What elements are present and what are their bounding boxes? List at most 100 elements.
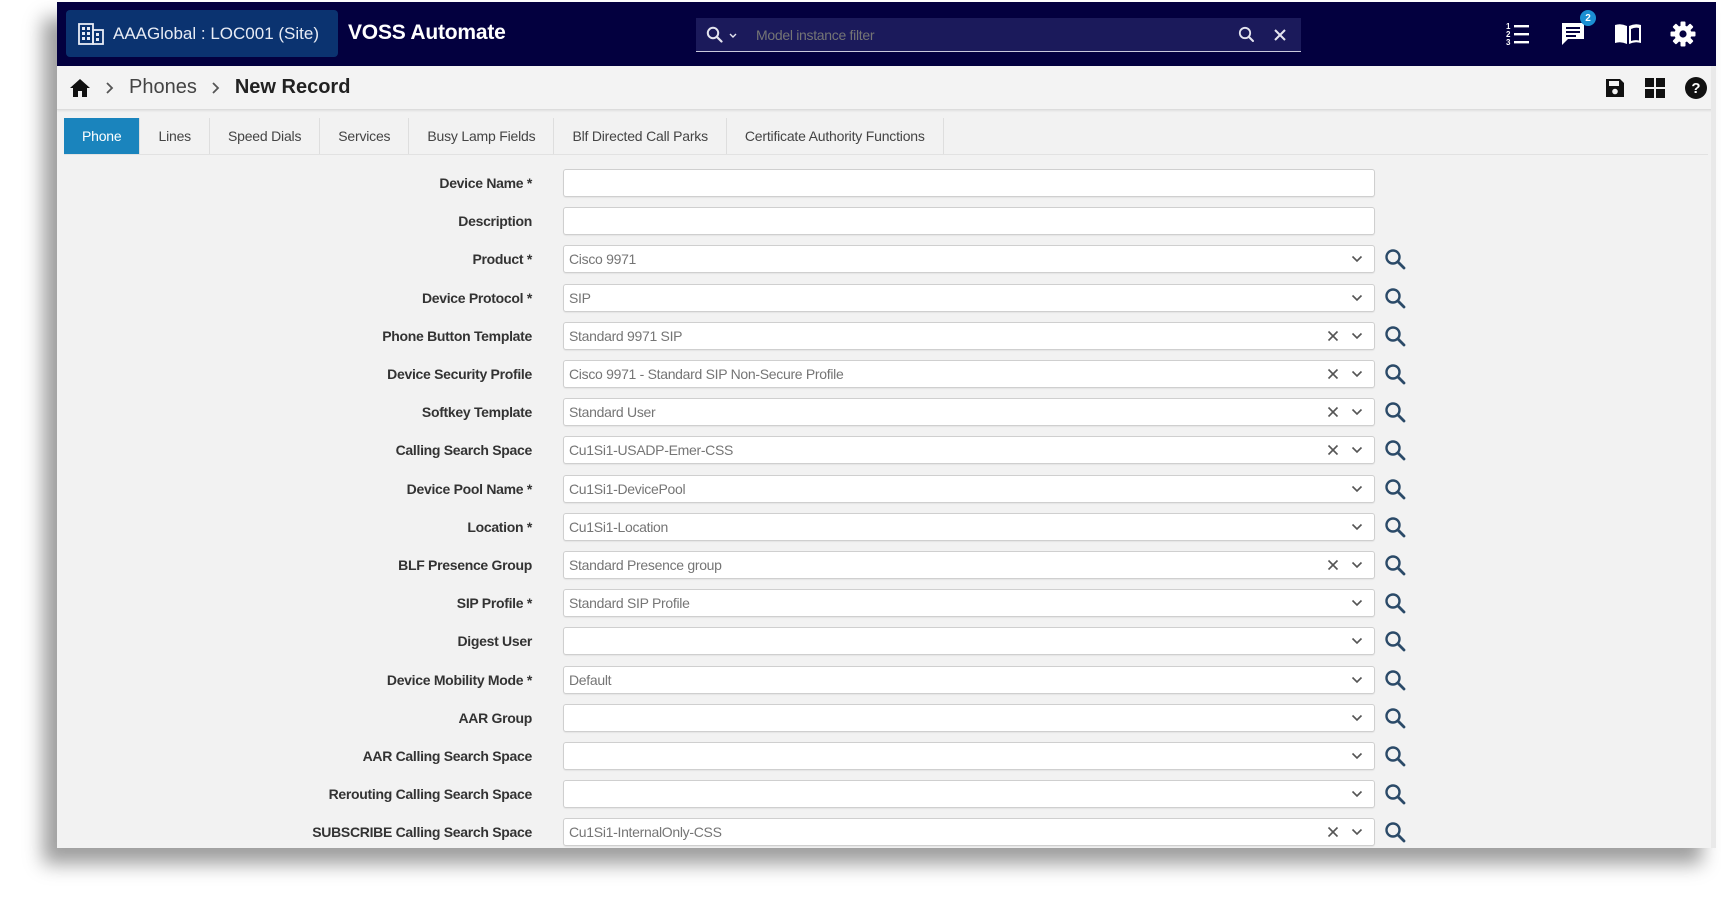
search-clear-button[interactable] <box>1273 28 1287 42</box>
page-title: New Record <box>234 76 351 98</box>
lookup-search-icon[interactable] <box>1383 324 1407 348</box>
phone-button-template-select[interactable]: Standard 9971 SIP <box>563 322 1375 350</box>
chevron-down-icon[interactable] <box>1349 366 1365 382</box>
tab-busy-lamp-fields[interactable]: Busy Lamp Fields <box>409 118 555 154</box>
form-row-digest-user: Digest User <box>57 627 1716 655</box>
lookup-search-icon[interactable] <box>1383 629 1407 653</box>
clear-icon[interactable] <box>1325 366 1341 382</box>
chevron-down-icon[interactable] <box>1349 633 1365 649</box>
tab-certificate-authority-functions[interactable]: Certificate Authority Functions <box>726 118 944 154</box>
save-button[interactable] <box>1604 77 1626 99</box>
save-icon <box>1606 78 1624 97</box>
lookup-search-icon[interactable] <box>1383 286 1407 310</box>
clear-icon[interactable] <box>1325 557 1341 573</box>
layout-grid-button[interactable] <box>1644 77 1666 99</box>
chevron-down-icon[interactable] <box>1349 290 1365 306</box>
breadcrumb-phones[interactable]: Phones <box>129 76 197 99</box>
lookup-search-icon[interactable] <box>1383 820 1407 844</box>
top-header: AAAGlobal : LOC001 (Site) VOSS Automate <box>57 2 1716 66</box>
form-row-calling-search-space: Calling Search Space Cu1Si1-USADP-Emer-CS… <box>57 436 1716 464</box>
settings-button[interactable] <box>1668 19 1698 49</box>
field-label: Location * <box>467 519 532 535</box>
chevron-down-icon[interactable] <box>1349 748 1365 764</box>
lookup-search-icon[interactable] <box>1383 744 1407 768</box>
softkey-template-select[interactable]: Standard User <box>563 398 1375 426</box>
blf-presence-group-select[interactable]: Standard Presence group <box>563 551 1375 579</box>
chevron-down-icon[interactable] <box>1349 824 1365 840</box>
device-pool-name-select[interactable]: Cu1Si1-DevicePool <box>563 475 1375 503</box>
documentation-button[interactable] <box>1613 19 1643 49</box>
chevron-down-icon[interactable] <box>1349 404 1365 420</box>
record-actions: ? <box>1586 66 1708 109</box>
location-select[interactable]: Cu1Si1-Location <box>563 513 1375 541</box>
form-row-phone-button-template: Phone Button Template Standard 9971 SIP <box>57 322 1716 350</box>
calling-search-space-select[interactable]: Cu1Si1-USADP-Emer-CSS <box>563 436 1375 464</box>
lookup-search-icon[interactable] <box>1383 782 1407 806</box>
messages-button[interactable]: 2 <box>1558 10 1596 49</box>
clear-icon[interactable] <box>1325 824 1341 840</box>
grid-icon <box>1645 77 1665 98</box>
lookup-search-icon[interactable] <box>1383 247 1407 271</box>
device-mobility-mode-select[interactable]: Default <box>563 666 1375 694</box>
app-title: VOSS Automate <box>348 21 506 44</box>
chevron-down-icon[interactable] <box>1349 519 1365 535</box>
lookup-search-icon[interactable] <box>1383 706 1407 730</box>
form-row-device-name: Device Name * <box>57 169 1716 197</box>
chevron-down-icon[interactable] <box>1349 557 1365 573</box>
clear-icon[interactable] <box>1325 328 1341 344</box>
search-submit-button[interactable] <box>1238 26 1255 43</box>
help-button[interactable]: ? <box>1684 76 1708 100</box>
subscribe-calling-search-space-select[interactable]: Cu1Si1-InternalOnly-CSS <box>563 818 1375 846</box>
clear-icon[interactable] <box>1325 404 1341 420</box>
tab-phone[interactable]: Phone <box>64 118 141 154</box>
tab-speed-dials[interactable]: Speed Dials <box>209 118 321 154</box>
chevron-down-icon[interactable] <box>1349 710 1365 726</box>
tab-services[interactable]: Services <box>320 118 410 154</box>
tab-lines[interactable]: Lines <box>140 118 210 154</box>
chevron-down-icon[interactable] <box>1349 595 1365 611</box>
rerouting-calling-search-space-select[interactable] <box>563 780 1375 808</box>
search-input[interactable] <box>754 25 1238 44</box>
form-row-location: Location * Cu1Si1-Location <box>57 513 1716 541</box>
description-input[interactable] <box>563 207 1375 235</box>
aar-calling-search-space-select[interactable] <box>563 742 1375 770</box>
chevron-down-icon[interactable] <box>1349 786 1365 802</box>
chevron-down-icon[interactable] <box>1349 251 1365 267</box>
chevron-down-icon[interactable] <box>1349 672 1365 688</box>
search-scope-dropdown[interactable] <box>706 26 738 43</box>
numbered-list-button[interactable]: 1 2 3 <box>1503 19 1533 49</box>
lookup-search-icon[interactable] <box>1383 553 1407 577</box>
tab-blf-directed-call-parks[interactable]: Blf Directed Call Parks <box>554 118 727 154</box>
scrollbar[interactable] <box>1711 66 1716 848</box>
lookup-search-icon[interactable] <box>1383 362 1407 386</box>
form-row-device-security-profile: Device Security Profile Cisco 9971 - Stan… <box>57 360 1716 388</box>
model-instance-filter[interactable] <box>696 18 1301 52</box>
lookup-search-icon[interactable] <box>1383 438 1407 462</box>
lookup-search-icon[interactable] <box>1383 668 1407 692</box>
field-label: Phone Button Template <box>382 328 532 344</box>
field-label: Device Name * <box>439 175 532 191</box>
clear-icon[interactable] <box>1325 442 1341 458</box>
device-name-input[interactable] <box>563 169 1375 197</box>
lookup-search-icon[interactable] <box>1383 477 1407 501</box>
field-label: Product * <box>472 251 532 267</box>
field-label: SUBSCRIBE Calling Search Space <box>312 824 532 840</box>
field-value: Cu1Si1-Location <box>569 519 669 535</box>
home-button[interactable] <box>69 77 91 99</box>
field-value: Standard Presence group <box>569 557 722 573</box>
lookup-search-icon[interactable] <box>1383 591 1407 615</box>
form-row-rerouting-calling-search-space: Rerouting Calling Search Space <box>57 780 1716 808</box>
device-security-profile-select[interactable]: Cisco 9971 - Standard SIP Non-Secure Pro… <box>563 360 1375 388</box>
device-protocol-select[interactable]: SIP <box>563 284 1375 312</box>
site-selector[interactable]: AAAGlobal : LOC001 (Site) <box>66 10 338 57</box>
lookup-search-icon[interactable] <box>1383 515 1407 539</box>
aar-group-select[interactable] <box>563 704 1375 732</box>
field-value: Standard User <box>569 404 656 420</box>
chevron-down-icon[interactable] <box>1349 328 1365 344</box>
product-select[interactable]: Cisco 9971 <box>563 245 1375 273</box>
sip-profile-select[interactable]: Standard SIP Profile <box>563 589 1375 617</box>
chevron-down-icon[interactable] <box>1349 481 1365 497</box>
digest-user-select[interactable] <box>563 627 1375 655</box>
lookup-search-icon[interactable] <box>1383 400 1407 424</box>
chevron-down-icon[interactable] <box>1349 442 1365 458</box>
